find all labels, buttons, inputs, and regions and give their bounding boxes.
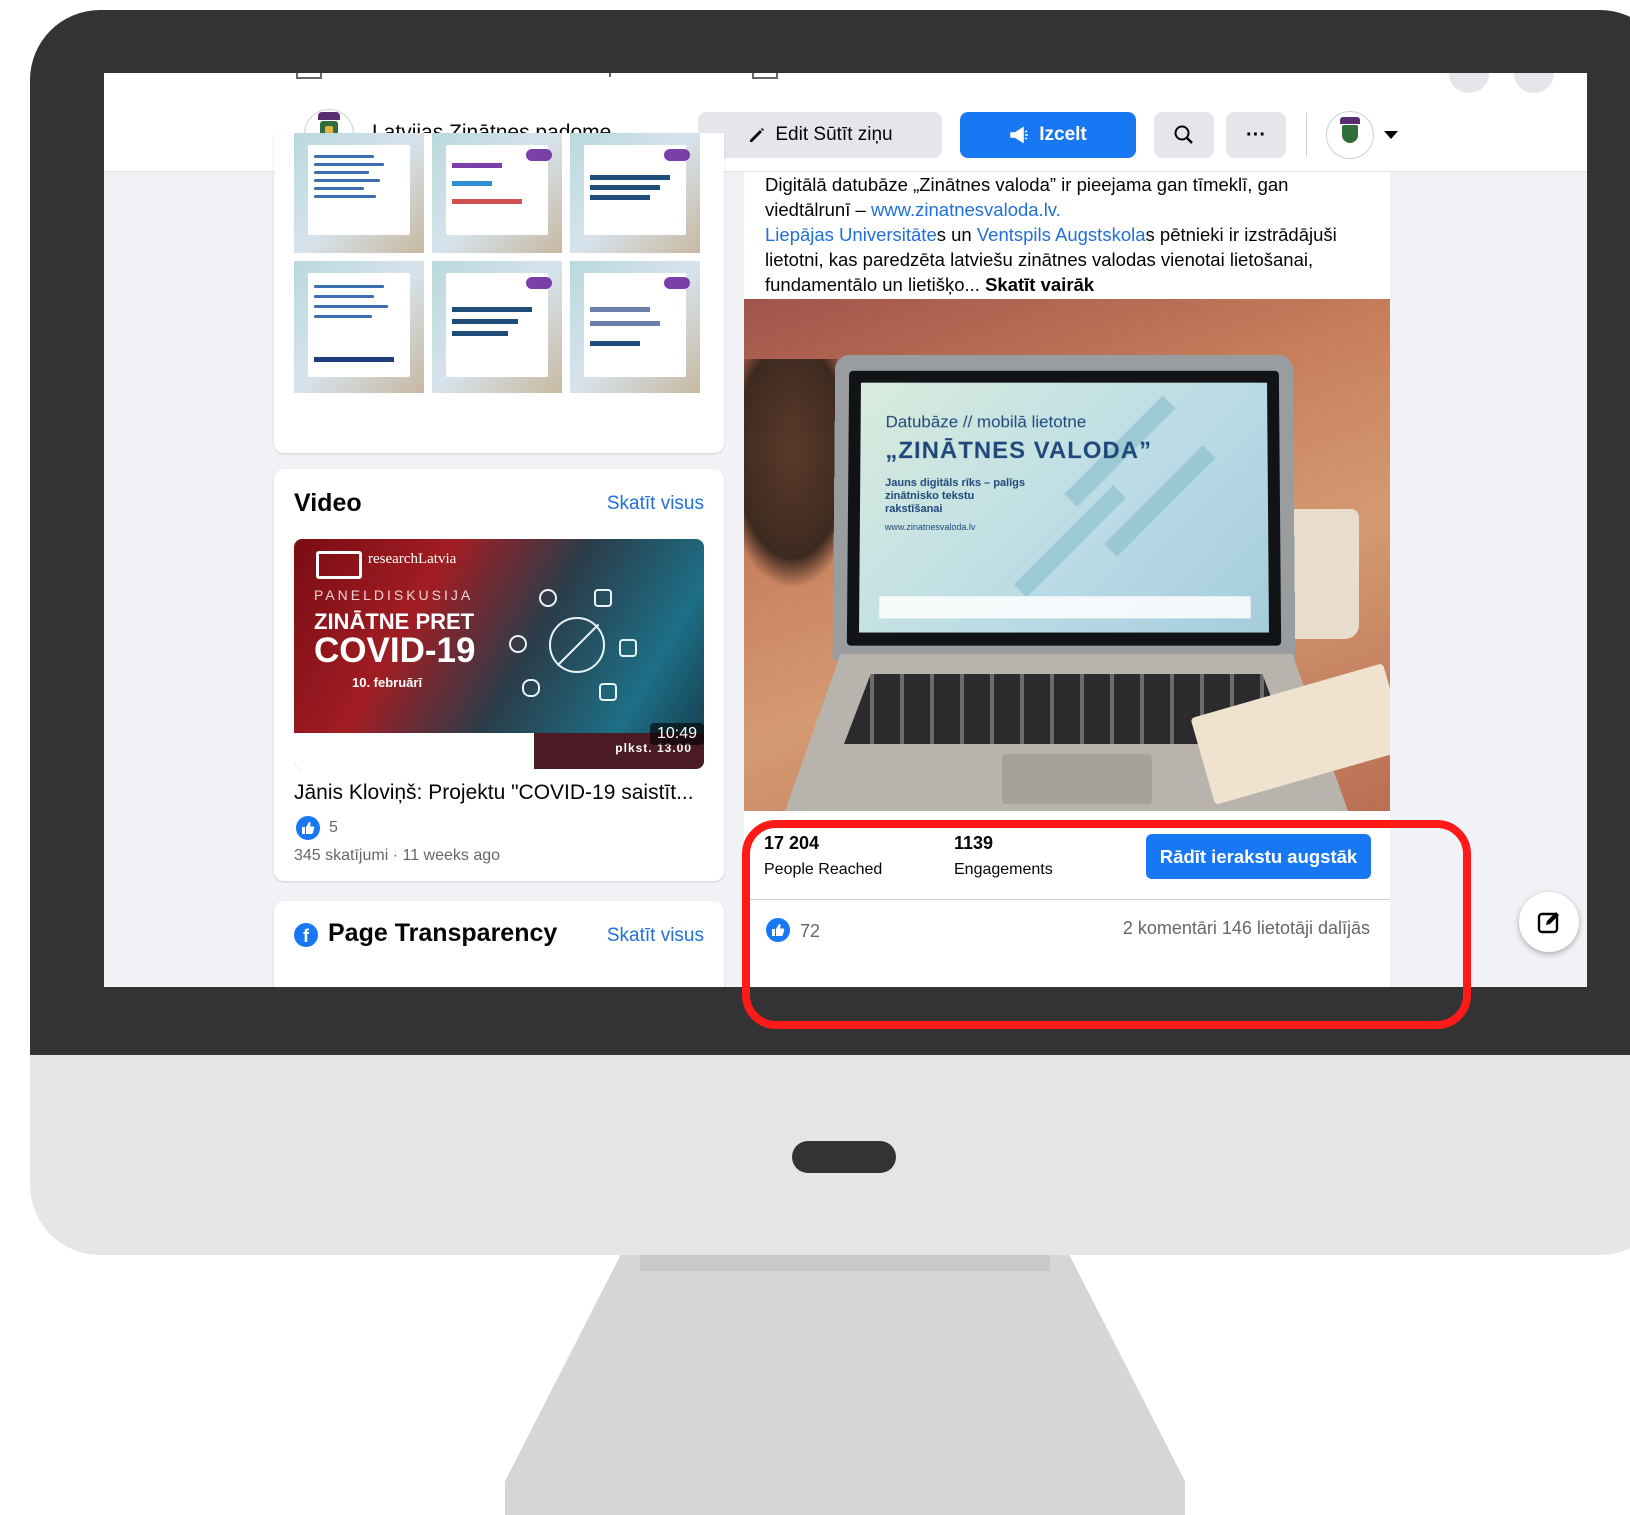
page-transparency-title: Page Transparency	[328, 919, 558, 947]
post-link-ventspils[interactable]: Ventspils Augstskola	[977, 224, 1146, 245]
search-icon	[1174, 125, 1193, 144]
more-options-button[interactable]: ···	[1226, 112, 1286, 158]
nav-divider-icon	[609, 73, 611, 77]
briefcase-icon	[619, 639, 637, 657]
laptop-slide: Datubāze // mobilā lietotne „ZINĀTNES VA…	[859, 382, 1269, 633]
megaphone-icon	[1010, 126, 1029, 144]
screen-edge	[1587, 73, 1604, 987]
photo-thumbnail[interactable]	[294, 133, 424, 253]
profile-switcher[interactable]	[1326, 111, 1374, 159]
photo-thumbnail[interactable]	[432, 133, 562, 253]
lungs-icon	[522, 679, 540, 697]
page-transparency-card: f Page Transparency Skatīt visus	[274, 901, 724, 987]
video-duration: 10:49	[649, 723, 704, 745]
trackpad-shape	[1002, 754, 1152, 804]
video-meta: 345 skatījumi · 11 weeks ago	[294, 847, 501, 864]
laptop-lid: Datubāze // mobilā lietotne „ZINĀTNES VA…	[832, 354, 1296, 660]
see-more-link[interactable]: Skatīt vairāk	[985, 274, 1094, 295]
video-thumb-brand: researchLatvia	[368, 551, 457, 567]
virus-icon	[549, 617, 605, 673]
pencil-icon	[750, 128, 765, 142]
video-section-title: Video	[294, 489, 362, 517]
more-icon: ···	[1246, 123, 1266, 146]
video-like-count: 5	[329, 819, 338, 836]
photos-card	[274, 133, 724, 453]
post-image[interactable]: Datubāze // mobilā lietotne „ZINĀTNES VA…	[744, 299, 1390, 811]
video-thumbnail[interactable]: researchLatvia PANELDISKUSIJA ZINĀTNE PR…	[294, 539, 704, 769]
edit-send-message-button[interactable]: Edit Sūtīt ziņu	[698, 112, 942, 158]
video-thumb-line-4: 10. februārī	[352, 675, 423, 690]
header-divider	[1306, 113, 1307, 157]
monitor-stand	[505, 1255, 1185, 1515]
nav-menu-icon[interactable]	[1449, 73, 1489, 93]
post-body: Digitālā datubāze „Zinātnes valoda” ir p…	[765, 172, 1375, 297]
search-button[interactable]	[1154, 112, 1214, 158]
post-link-website[interactable]: www.zinatnesvaloda.lv.	[871, 199, 1061, 220]
compose-icon	[1537, 912, 1559, 934]
profile-crest-icon	[1340, 117, 1360, 143]
nav-marketplace-icon[interactable]	[752, 73, 778, 79]
photo-thumbnail[interactable]	[294, 261, 424, 393]
slide-logos	[879, 596, 1251, 619]
slide-title-2: „ZINĀTNES VALODA”	[885, 437, 1153, 465]
like-icon	[296, 816, 320, 840]
caret-down-icon[interactable]	[1384, 131, 1398, 139]
monitor-stand-shadow	[640, 1255, 1050, 1271]
top-nav-strip	[104, 73, 1587, 100]
video-thumb-line-3: COVID-19	[314, 631, 476, 670]
nav-pages-icon[interactable]	[296, 73, 322, 79]
highlight-annotation	[742, 820, 1471, 1029]
boost-label: Izcelt	[1039, 124, 1087, 145]
video-card: Video Skatīt visus researchLatvia PANELD…	[274, 469, 724, 881]
presenter-icon	[594, 589, 612, 607]
transparency-see-all-link[interactable]: Skatīt visus	[607, 925, 704, 947]
post-link-liepaja[interactable]: Liepājas Universitāte	[765, 224, 937, 245]
boost-button[interactable]: Izcelt	[960, 112, 1136, 158]
people-icon	[509, 635, 527, 653]
edit-send-message-label: Edit Sūtīt ziņu	[775, 124, 893, 145]
lightbulb-icon	[539, 589, 557, 607]
laptop-icon	[599, 683, 617, 701]
monitor-power-button	[792, 1141, 896, 1173]
nav-messenger-icon[interactable]	[1514, 73, 1554, 93]
slide-title-1: Datubāze // mobilā lietotne	[885, 412, 1087, 432]
vpp-logo-icon	[316, 551, 362, 579]
facebook-icon: f	[294, 923, 318, 947]
video-thumb-line-1: PANELDISKUSIJA	[314, 587, 474, 603]
video-title[interactable]: Jānis Kloviņš: Projektu "COVID-19 saistī…	[294, 781, 694, 805]
post-text-2: s un	[936, 224, 977, 245]
compose-button[interactable]	[1519, 892, 1579, 952]
slide-url: www.zinatnesvaloda.lv	[884, 521, 976, 533]
slide-subtitle: Jauns digitāls rīks – palīgs zinātnisko …	[884, 477, 1026, 515]
photo-thumbnail[interactable]	[570, 133, 700, 253]
video-see-all-link[interactable]: Skatīt visus	[607, 493, 704, 515]
photo-thumbnail[interactable]	[432, 261, 562, 393]
photo-thumbnail[interactable]	[570, 261, 700, 393]
